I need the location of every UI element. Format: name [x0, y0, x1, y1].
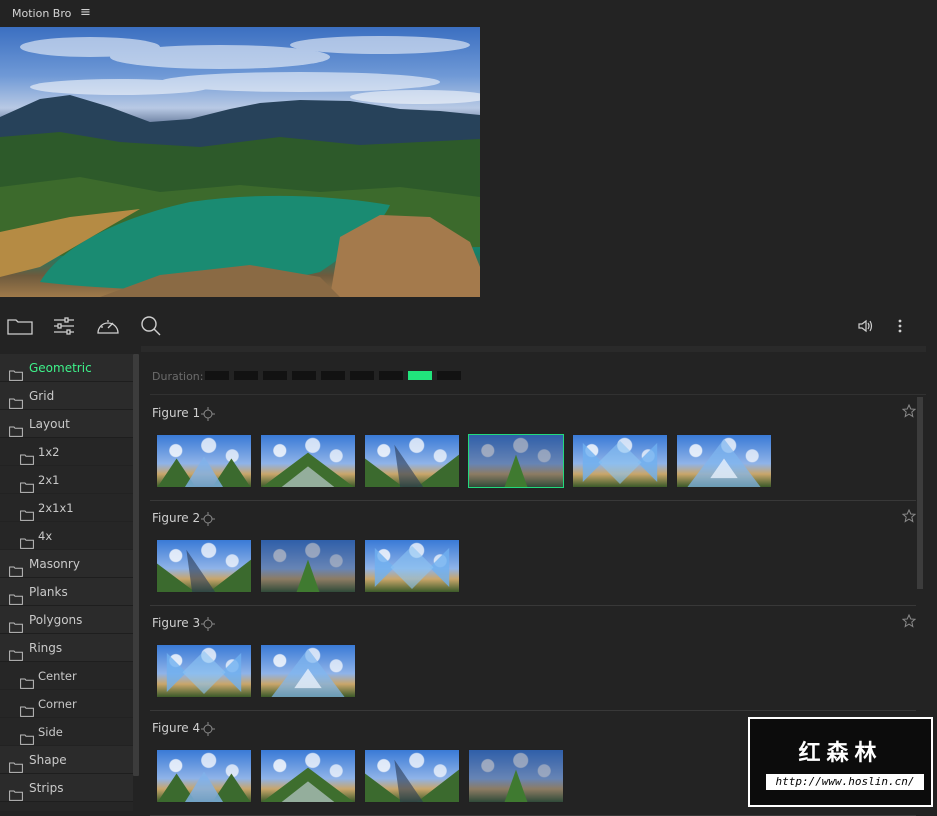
crosshair-icon[interactable]: [201, 616, 215, 631]
watermark-url: http://www.hoslin.cn/: [766, 774, 924, 790]
preset-section-figure-1: Figure 1: [150, 396, 917, 501]
duration-segment[interactable]: [321, 371, 345, 380]
sidebar-item-2x1[interactable]: 2x1: [0, 466, 133, 494]
sidebar-item-masonry[interactable]: Masonry: [0, 550, 133, 578]
sidebar-item-corner[interactable]: Corner: [0, 690, 133, 718]
watermark-logo: 红森林 http://www.hoslin.cn/: [748, 717, 933, 807]
section-title: Figure 2: [152, 511, 201, 525]
category-sidebar: Geometric Grid Layout 1x2 2x1 2x1x1 4x Masonry P…: [0, 354, 133, 811]
sidebar-item-shape[interactable]: Shape: [0, 746, 133, 774]
duration-segment[interactable]: [437, 371, 461, 380]
crosshair-icon[interactable]: [201, 511, 215, 526]
preset-thumbnail[interactable]: [156, 644, 252, 698]
more-vertical-icon[interactable]: [886, 308, 914, 344]
section-title: Figure 3: [152, 616, 201, 630]
sidebar-item-label: Planks: [29, 585, 68, 599]
crosshair-icon[interactable]: [201, 406, 215, 421]
toolbar: [0, 308, 937, 344]
sidebar-item-2x1x1[interactable]: 2x1x1: [0, 494, 133, 522]
speaker-icon[interactable]: [852, 308, 880, 344]
preset-section-figure-2: Figure 2: [150, 501, 917, 606]
app-title: Motion Bro: [12, 7, 72, 20]
sidebar-item-label: 4x: [38, 529, 53, 543]
duration-segment[interactable]: [205, 371, 229, 380]
favorite-star-icon[interactable]: [901, 613, 917, 628]
preset-thumbnail[interactable]: [260, 644, 356, 698]
sidebar-scrollbar[interactable]: [133, 354, 139, 776]
sidebar-item-label: Corner: [38, 697, 77, 711]
crosshair-icon[interactable]: [201, 721, 215, 736]
watermark-title: 红森林: [798, 741, 883, 766]
sidebar-item-geometric[interactable]: Geometric: [0, 354, 133, 382]
hamburger-menu-icon[interactable]: ≡: [80, 5, 91, 20]
duration-segment[interactable]: [263, 371, 287, 380]
duration-segment[interactable]: [379, 371, 403, 380]
sidebar-item-planks[interactable]: Planks: [0, 578, 133, 606]
sliders-icon[interactable]: [50, 308, 78, 344]
duration-label: Duration:: [152, 370, 204, 383]
section-title: Figure 1: [152, 406, 201, 420]
preset-thumbnail[interactable]: [364, 434, 460, 488]
preset-thumbnail[interactable]: [156, 434, 252, 488]
sidebar-item-label: 1x2: [38, 445, 60, 459]
sidebar-item-label: Polygons: [29, 613, 83, 627]
sidebar-item-label: Rings: [29, 641, 63, 655]
sidebar-item-label: Layout: [29, 417, 70, 431]
preset-thumbnail[interactable]: [260, 539, 356, 593]
preset-thumbnail[interactable]: [572, 434, 668, 488]
folder-icon[interactable]: [6, 308, 34, 344]
preset-thumbnail[interactable]: [260, 434, 356, 488]
sidebar-item-label: 2x1: [38, 473, 60, 487]
sidebar-item-label: Grid: [29, 389, 55, 403]
preview-image: [0, 27, 480, 297]
sidebar-item-grid[interactable]: Grid: [0, 382, 133, 410]
preset-thumbnail[interactable]: [364, 539, 460, 593]
sidebar-item-label: Center: [38, 669, 77, 683]
sidebar-item-label: Shape: [29, 753, 67, 767]
sidebar-item-strips[interactable]: Strips: [0, 774, 133, 802]
sidebar-item-label: 2x1x1: [38, 501, 74, 515]
duration-segment[interactable]: [234, 371, 258, 380]
sidebar-item-rings[interactable]: Rings: [0, 634, 133, 662]
sidebar-item-center[interactable]: Center: [0, 662, 133, 690]
sidebar-item-label: Masonry: [29, 557, 80, 571]
preset-thumbnail[interactable]: [676, 434, 772, 488]
folder-icon: [9, 783, 23, 811]
preset-section-figure-3: Figure 3: [150, 606, 917, 711]
sidebar-item-label: Side: [38, 725, 63, 739]
speedometer-icon[interactable]: [94, 308, 122, 344]
preset-thumbnail[interactable]: [260, 749, 356, 803]
sidebar-item-label: Strips: [29, 781, 64, 795]
preset-thumbnail[interactable]: [468, 434, 564, 488]
duration-segment[interactable]: [408, 371, 432, 380]
sidebar-item-4x[interactable]: 4x: [0, 522, 133, 550]
favorite-star-icon[interactable]: [901, 403, 917, 418]
duration-segment[interactable]: [350, 371, 374, 380]
preset-thumbnail[interactable]: [468, 749, 564, 803]
duration-segment[interactable]: [292, 371, 316, 380]
sidebar-item-side[interactable]: Side: [0, 718, 133, 746]
divider: [150, 394, 926, 395]
preset-thumbnail[interactable]: [156, 749, 252, 803]
panel-top-strip: [141, 346, 926, 352]
preset-thumbnail[interactable]: [364, 749, 460, 803]
panel-scrollbar[interactable]: [917, 397, 923, 589]
title-bar: Motion Bro ≡: [0, 0, 937, 27]
section-title: Figure 4: [152, 721, 201, 735]
favorite-star-icon[interactable]: [901, 508, 917, 523]
preset-thumbnail[interactable]: [156, 539, 252, 593]
search-icon[interactable]: [137, 308, 165, 344]
sidebar-item-polygons[interactable]: Polygons: [0, 606, 133, 634]
sidebar-item-1x2[interactable]: 1x2: [0, 438, 133, 466]
sidebar-item-layout[interactable]: Layout: [0, 410, 133, 438]
sidebar-item-label: Geometric: [29, 361, 92, 375]
